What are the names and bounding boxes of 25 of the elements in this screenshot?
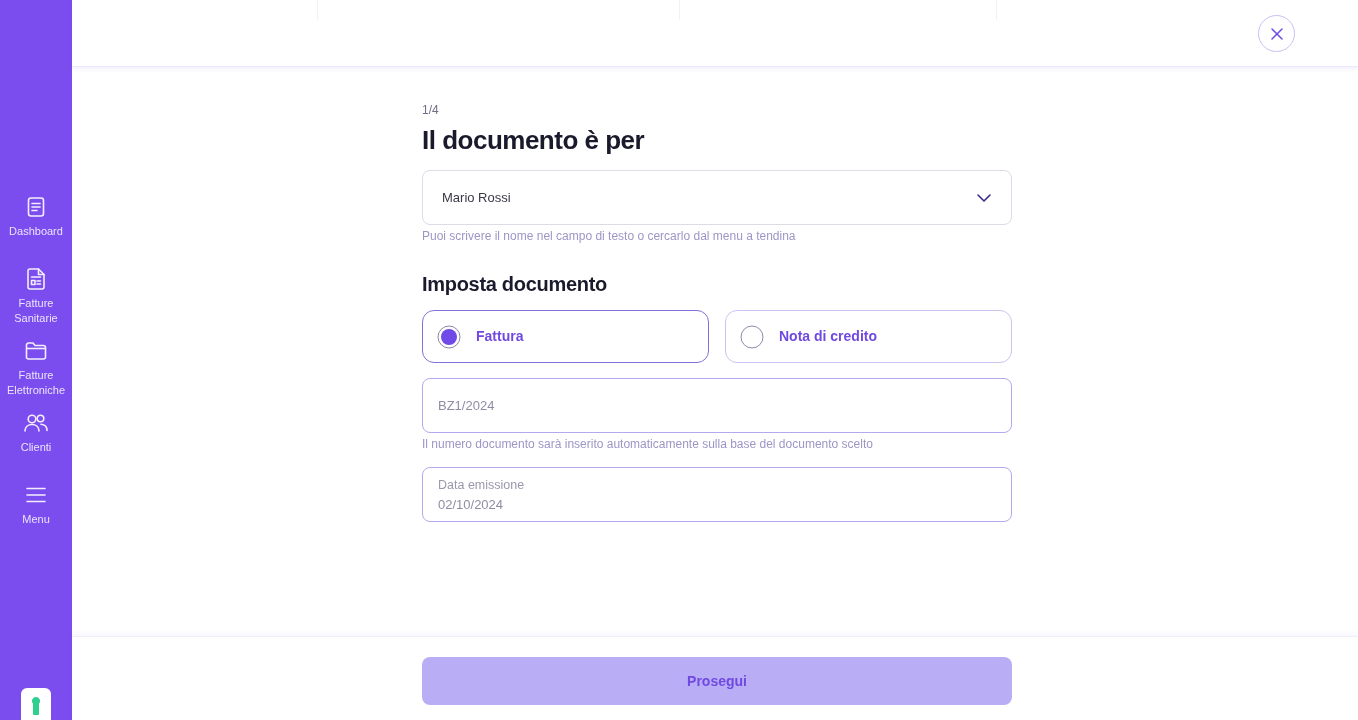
recipient-select[interactable]: Mario Rossi [422, 170, 1012, 225]
close-button[interactable] [1258, 15, 1295, 52]
nav-item[interactable]: Fatture Elettroniche [0, 330, 72, 402]
invoice-icon [26, 268, 46, 290]
document-type-option[interactable]: Fattura [422, 310, 709, 363]
users-icon [24, 414, 48, 432]
section-title: Imposta documento [422, 272, 607, 297]
page-title: Il documento è per [422, 124, 645, 156]
continue-button[interactable]: Prosegui [422, 657, 1012, 705]
folder-icon [25, 342, 47, 360]
close-icon [1270, 27, 1283, 40]
nav-item[interactable]: Clienti [0, 402, 72, 474]
nav-item[interactable]: Menu [0, 474, 72, 546]
chevron-down-icon [977, 193, 991, 202]
issue-date-field[interactable]: Data emissione 02/10/2024 [422, 467, 1012, 522]
document-type-option[interactable]: Nota di credito [725, 310, 1012, 363]
document-number-hint: Il numero documento sarà inserito automaticamente sulla base del documento scelto [422, 437, 873, 451]
recipient-hint: Puoi scrivere il nome nel campo di testo o cercarlo dal menu a tendina [422, 229, 796, 243]
step-counter: 1/4 [422, 103, 439, 117]
document-number-field[interactable]: BZ1/2024 [422, 378, 1012, 433]
menu-icon [26, 487, 46, 503]
logo-icon [21, 688, 51, 720]
document-icon [26, 197, 46, 217]
nav-item[interactable]: Dashboard [0, 186, 72, 258]
nav-item[interactable]: Fatture Sanitarie [0, 258, 72, 330]
